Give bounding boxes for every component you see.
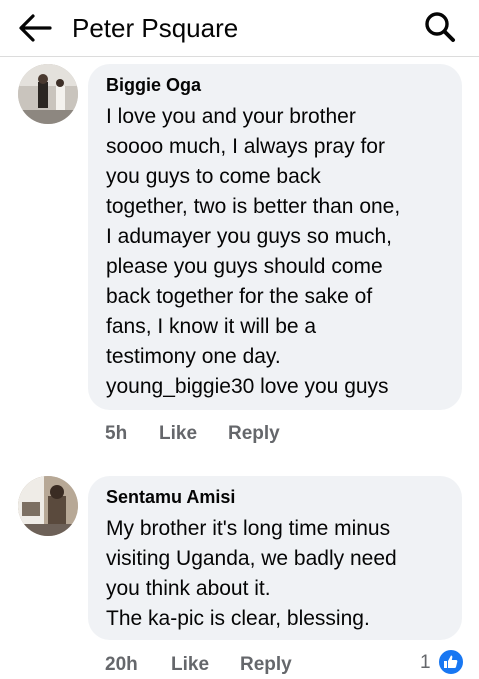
top-bar: Peter Psquare xyxy=(0,0,479,57)
reaction-count[interactable]: 1 xyxy=(420,651,431,675)
page-title: Peter Psquare xyxy=(72,13,239,43)
like-button[interactable]: Like xyxy=(159,422,197,446)
comment-timestamp: 20h xyxy=(105,654,138,675)
reply-button[interactable]: Reply xyxy=(240,653,292,677)
comment-bubble[interactable]: Sentamu Amisi My brother it's long time … xyxy=(88,476,462,640)
reply-button[interactable]: Reply xyxy=(228,422,280,446)
comment-bubble[interactable]: Biggie Oga I love you and your brother s… xyxy=(88,64,462,410)
thumbs-up-icon xyxy=(444,655,458,668)
comment-timestamp: 5h xyxy=(105,423,128,444)
avatar[interactable] xyxy=(18,476,78,536)
like-button[interactable]: Like xyxy=(171,653,209,677)
like-reaction-icon[interactable] xyxy=(437,648,465,676)
avatar[interactable] xyxy=(18,64,78,124)
search-icon[interactable] xyxy=(423,10,457,44)
comment-text: I love you and your brother soooo much, … xyxy=(106,105,401,398)
comment-author[interactable]: Biggie Oga xyxy=(106,74,201,96)
avatar-photo xyxy=(18,64,78,124)
comment-text: My brother it's long time minus visiting… xyxy=(106,517,397,630)
avatar-photo xyxy=(18,476,78,536)
back-arrow-icon[interactable] xyxy=(18,13,52,43)
comment-author[interactable]: Sentamu Amisi xyxy=(106,486,235,508)
